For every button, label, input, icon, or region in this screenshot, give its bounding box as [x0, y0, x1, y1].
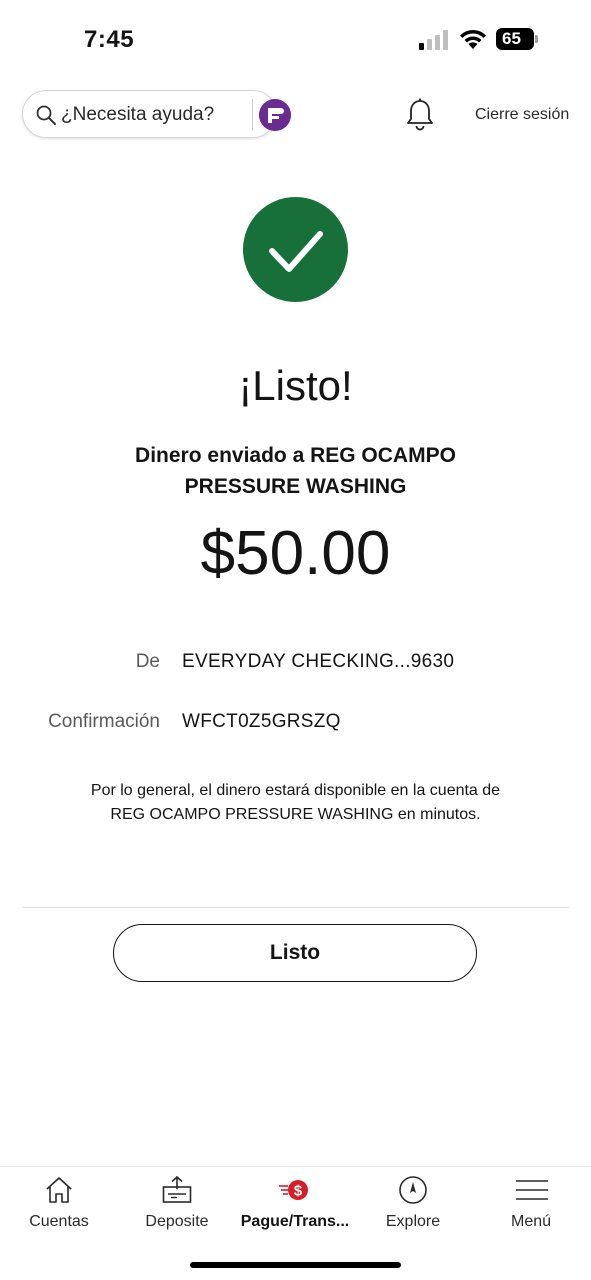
divider	[22, 907, 569, 908]
menu-icon	[516, 1180, 548, 1200]
status-time: 7:45	[84, 26, 135, 53]
success-check-icon	[243, 197, 348, 302]
tab-label: Cuentas	[29, 1213, 89, 1230]
checkmark-icon	[269, 231, 323, 272]
sent-to-text: Dinero enviado a REG OCAMPO PRESSURE WAS…	[135, 444, 456, 498]
logout-link[interactable]: Cierre sesión	[475, 106, 569, 124]
from-account-value: EVERYDAY CHECKING...9630	[182, 651, 455, 672]
help-search-bar[interactable]: ¿Necesita ayuda?	[22, 90, 291, 138]
amount: $50.00	[200, 519, 391, 588]
status-bar: 7:45 65	[0, 0, 591, 80]
bell-icon[interactable]	[404, 98, 436, 132]
tab-accounts[interactable]: Cuentas	[0, 1167, 118, 1247]
fargo-assistant-icon[interactable]	[259, 99, 291, 131]
page-title: ¡Listo!	[238, 362, 353, 409]
home-icon	[46, 1177, 72, 1203]
from-label: De	[135, 651, 160, 672]
battery-icon: 65	[496, 28, 534, 50]
availability-note: Por lo general, el dinero estará disponi…	[90, 782, 501, 823]
help-placeholder: ¿Necesita ayuda?	[61, 104, 215, 125]
confirmation-label: Confirmación	[48, 711, 160, 732]
tab-label: Menú	[510, 1213, 552, 1230]
tab-pay-transfer[interactable]: $ Pague/Trans...	[236, 1167, 354, 1247]
help-divider	[252, 99, 253, 131]
tab-menu[interactable]: Menú	[472, 1167, 590, 1247]
tab-label: Deposite	[145, 1213, 209, 1230]
deposit-icon	[162, 1175, 192, 1203]
signal-icon	[419, 30, 448, 50]
done-button[interactable]: Listo	[113, 924, 477, 982]
home-indicator	[190, 1262, 401, 1268]
svg-text:$: $	[294, 1183, 303, 1200]
compass-icon	[399, 1176, 427, 1204]
tab-deposit[interactable]: Deposite	[118, 1167, 236, 1247]
tab-explore[interactable]: Explore	[354, 1167, 472, 1247]
search-icon	[36, 105, 56, 125]
tab-label: Pague/Trans...	[240, 1213, 350, 1230]
pay-transfer-icon: $	[279, 1180, 308, 1200]
wifi-icon	[460, 29, 486, 49]
tab-label: Explore	[385, 1213, 441, 1230]
confirmation-number-value: WFCT0Z5GRSZQ	[182, 711, 341, 732]
battery-tip	[535, 35, 538, 43]
